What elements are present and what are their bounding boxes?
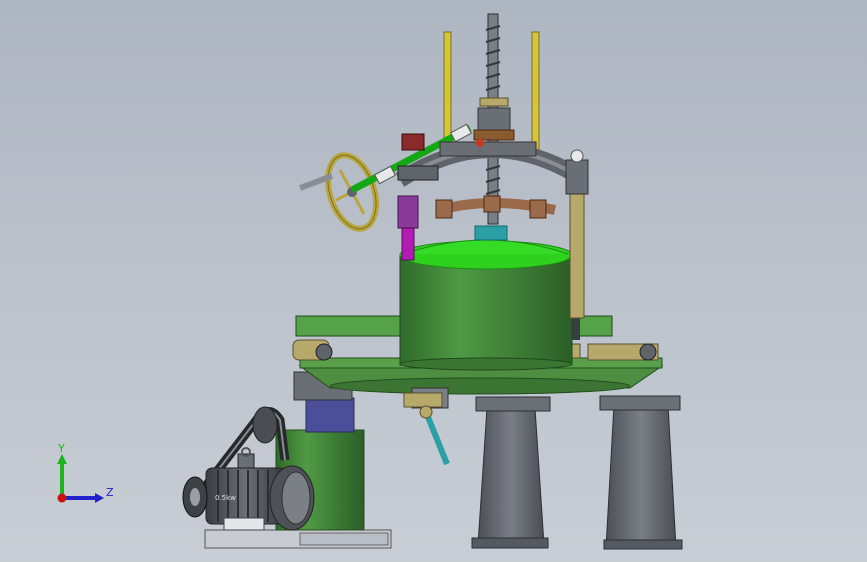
- support-leg-center[interactable]: [471, 396, 551, 549]
- cad-viewport[interactable]: 0.5kw Y Z: [0, 0, 867, 562]
- y-arrow-icon: [57, 454, 67, 464]
- handwheel[interactable]: [298, 149, 385, 235]
- z-axis-label: Z: [106, 486, 114, 499]
- x-axis-dot-icon: [57, 493, 67, 503]
- z-arrow-icon: [95, 493, 104, 503]
- y-axis-label: Y: [57, 442, 65, 455]
- guide-rod-right[interactable]: [531, 31, 540, 157]
- discharge-lever[interactable]: [403, 392, 450, 466]
- motor-nameplate: 0.5kw: [215, 494, 236, 502]
- rolling-cylinder-tank[interactable]: [399, 225, 573, 371]
- support-leg-right[interactable]: [599, 395, 683, 550]
- lead-screw[interactable]: [473, 13, 515, 225]
- axis-triad: Y Z: [57, 442, 114, 503]
- gear-bracket[interactable]: [439, 139, 537, 157]
- machine-3d-model[interactable]: 0.5kw: [0, 0, 867, 562]
- motor-base-plate[interactable]: [204, 529, 392, 549]
